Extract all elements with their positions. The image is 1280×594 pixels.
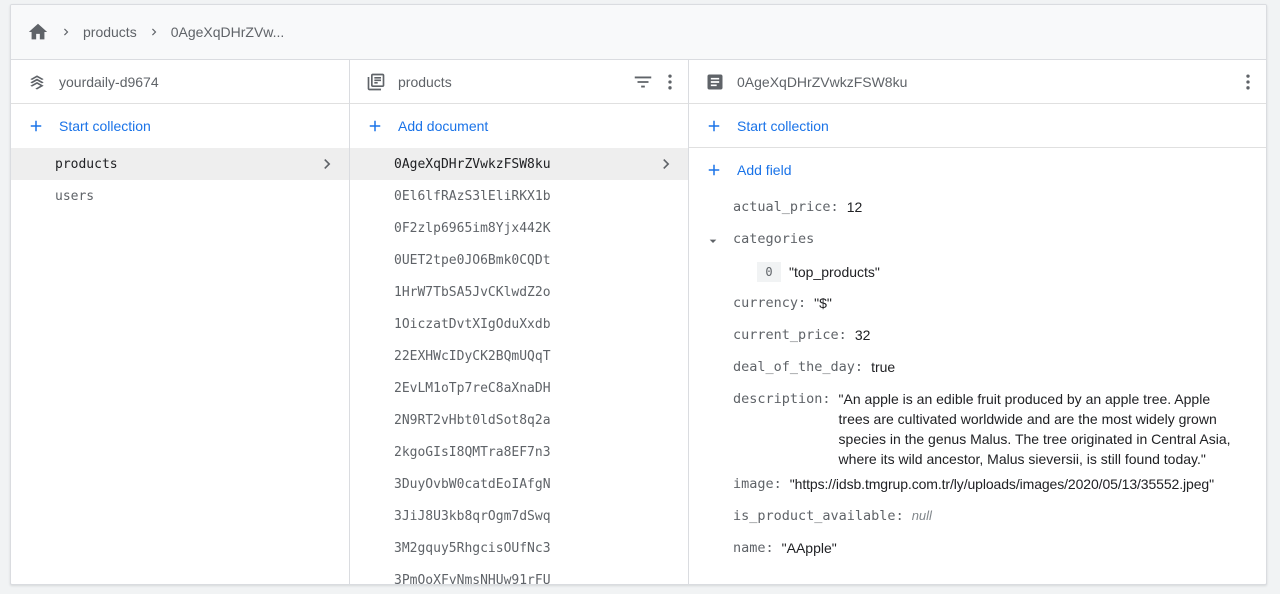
breadcrumb: products 0AgeXqDHrZVw... [11, 5, 1266, 60]
field-row-categories[interactable]: categories [709, 224, 1254, 256]
collection-title: products [398, 73, 452, 90]
document-id: 2kgoGIsI8QMTra8EF7n3 [394, 444, 551, 460]
document-id: 0El6lfRAzS3lEliRKX1b [394, 188, 551, 204]
collection-label: products [55, 156, 118, 172]
document-id: 3PmOoXFyNmsNHUw91rFU [394, 572, 551, 585]
collection-icon [366, 72, 386, 92]
array-index: 0 [757, 262, 781, 282]
breadcrumb-item-document[interactable]: 0AgeXqDHrZVw... [171, 24, 285, 40]
field-key: is_product_available [733, 508, 896, 524]
field-key: currency [733, 295, 799, 311]
collection-label: users [55, 188, 95, 204]
field-value: "An apple is an edible fruit produced by… [838, 391, 1231, 467]
field-row-description[interactable]: description: "An apple is an edible frui… [733, 384, 1254, 469]
home-icon[interactable] [27, 21, 49, 43]
field-row-currency[interactable]: currency: "$" [733, 288, 1254, 320]
document-id: 3JiJ8U3kb8qrOgm7dSwq [394, 508, 551, 524]
plus-icon [705, 161, 723, 179]
field-row-is-product-available[interactable]: is_product_available: null [733, 501, 1254, 533]
document-item[interactable]: 3DuyOvbW0catdEoIAfgN [350, 468, 688, 500]
document-title: 0AgeXqDHrZVwkzFSW8ku [737, 73, 908, 90]
chevron-right-icon [656, 154, 676, 174]
field-key: actual_price [733, 199, 831, 215]
chevron-right-icon [49, 25, 83, 39]
document-item[interactable]: 0AgeXqDHrZVwkzFSW8ku [350, 148, 688, 180]
field-value: 12 [846, 199, 863, 215]
breadcrumb-item-products[interactable]: products [83, 24, 137, 40]
field-list: actual_price: 12 categories 0 "top_produ… [689, 192, 1266, 565]
collection-item-products[interactable]: products [11, 148, 349, 180]
document-id: 1HrW7TbSA5JvCKlwdZ2o [394, 284, 551, 300]
document-item[interactable]: 2EvLM1oTp7reC8aXnaDH [350, 372, 688, 404]
field-value: true [871, 359, 896, 375]
array-item[interactable]: 0 "top_products" [733, 256, 1254, 288]
field-row-name[interactable]: name: "AApple" [733, 533, 1254, 565]
start-subcollection-button[interactable]: Start collection [689, 104, 1266, 148]
document-id: 3M2gquy5RhgcisOUfNc3 [394, 540, 551, 556]
document-item[interactable]: 1OiczatDvtXIgOduXxdb [350, 308, 688, 340]
document-item[interactable]: 1HrW7TbSA5JvCKlwdZ2o [350, 276, 688, 308]
collection-column-header: products [350, 60, 688, 104]
document-id: 0F2zlp6965im8Yjx442K [394, 220, 551, 236]
start-collection-label: Start collection [737, 117, 829, 134]
document-id: 22EXHWcIDyCK2BQmUQqT [394, 348, 551, 364]
field-value: 32 [854, 327, 871, 343]
document-item[interactable]: 0UET2tpe0JO6Bmk0CQDt [350, 244, 688, 276]
firestore-data-viewer: products 0AgeXqDHrZVw... yourdaily-d9674 [10, 4, 1267, 585]
document-item[interactable]: 22EXHWcIDyCK2BQmUQqT [350, 340, 688, 372]
field-value: "AApple" [781, 540, 837, 556]
document-item[interactable]: 3PmOoXFyNmsNHUw91rFU [350, 564, 688, 585]
document-id: 0AgeXqDHrZVwkzFSW8ku [394, 156, 551, 172]
field-key: image [733, 476, 774, 492]
field-key: description [733, 391, 823, 407]
document-id: 2N9RT2vHbt0ldSot8q2a [394, 412, 551, 428]
start-collection-label: Start collection [59, 118, 151, 134]
chevron-right-icon [137, 25, 171, 39]
add-field-label: Add field [737, 162, 792, 178]
more-vert-icon[interactable] [1238, 72, 1258, 92]
field-value: "https://idsb.tmgrup.com.tr/ly/uploads/i… [789, 476, 1214, 492]
document-item[interactable]: 3M2gquy5RhgcisOUfNc3 [350, 532, 688, 564]
field-value: "$" [814, 295, 832, 311]
add-document-button[interactable]: Add document [350, 104, 688, 148]
field-key: deal_of_the_day [733, 359, 855, 375]
document-item[interactable]: 2kgoGIsI8QMTra8EF7n3 [350, 436, 688, 468]
add-field-button[interactable]: Add field [689, 148, 1266, 192]
field-key: current_price [733, 327, 839, 343]
document-column: 0AgeXqDHrZVwkzFSW8ku Start collection Ad… [689, 60, 1266, 584]
collection-item-users[interactable]: users [11, 180, 349, 212]
field-value: null [911, 508, 932, 523]
document-item[interactable]: 0El6lfRAzS3lEliRKX1b [350, 180, 688, 212]
field-key: categories [733, 231, 815, 247]
document-id: 2EvLM1oTp7reC8aXnaDH [394, 380, 551, 396]
database-icon [27, 72, 47, 92]
plus-icon [705, 117, 723, 135]
document-id: 1OiczatDvtXIgOduXxdb [394, 316, 551, 332]
array-value: "top_products" [789, 264, 880, 280]
field-row-actual-price[interactable]: actual_price: 12 [733, 192, 1254, 224]
plus-icon [366, 117, 384, 135]
document-icon [705, 72, 725, 92]
root-column-header: yourdaily-d9674 [11, 60, 349, 104]
document-item[interactable]: 3JiJ8U3kb8qrOgm7dSwq [350, 500, 688, 532]
plus-icon [27, 117, 45, 135]
add-document-label: Add document [398, 118, 489, 134]
filter-icon[interactable] [632, 71, 654, 93]
start-collection-button[interactable]: Start collection [11, 104, 349, 148]
document-item[interactable]: 0F2zlp6965im8Yjx442K [350, 212, 688, 244]
project-title: yourdaily-d9674 [59, 73, 159, 90]
chevron-right-icon [317, 154, 337, 174]
more-vert-icon[interactable] [660, 72, 680, 92]
field-row-current-price[interactable]: current_price: 32 [733, 320, 1254, 352]
field-row-deal-of-the-day[interactable]: deal_of_the_day: true [733, 352, 1254, 384]
document-id: 3DuyOvbW0catdEoIAfgN [394, 476, 551, 492]
root-column: yourdaily-d9674 Start collection product… [11, 60, 350, 584]
caret-down-icon[interactable] [705, 233, 721, 249]
collection-column: products Add document 0AgeXqDHrZVwkzFSW8… [350, 60, 689, 584]
field-key: name [733, 540, 766, 556]
document-column-header: 0AgeXqDHrZVwkzFSW8ku [689, 60, 1266, 104]
document-id: 0UET2tpe0JO6Bmk0CQDt [394, 252, 551, 268]
field-row-image[interactable]: image: "https://idsb.tmgrup.com.tr/ly/up… [733, 469, 1254, 501]
document-item[interactable]: 2N9RT2vHbt0ldSot8q2a [350, 404, 688, 436]
